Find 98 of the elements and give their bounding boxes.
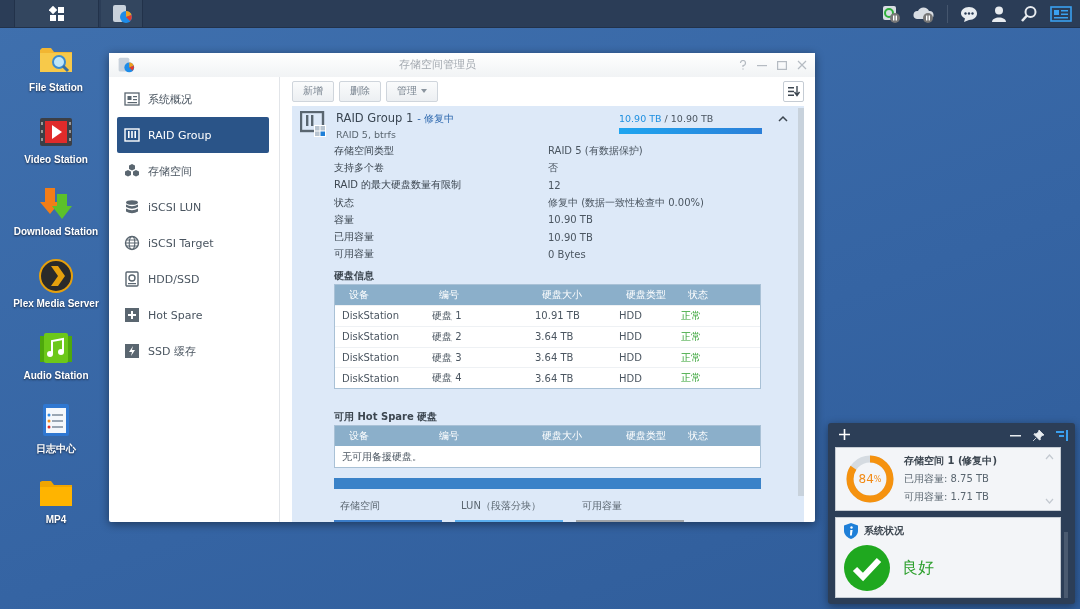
storage-chart-icon [117, 56, 135, 74]
property-value: 否 [548, 160, 558, 175]
storage-chart-icon [110, 2, 133, 25]
legend-tab[interactable]: 可用容量 [576, 497, 684, 522]
property-value: 10.90 TB [548, 214, 593, 226]
status-cell-text: 正常 [680, 350, 702, 365]
section-title: 可用 Hot Spare 硬盘 [334, 410, 439, 424]
toolbar-button[interactable]: 删除 [339, 80, 381, 102]
legend-tab[interactable]: LUN（段落分块） [455, 497, 563, 522]
sort-button[interactable] [783, 80, 804, 102]
table-cell-text: DiskStation [341, 310, 401, 322]
table-cell-text: HDD [618, 352, 643, 364]
section-title: 硬盘信息 [334, 269, 375, 283]
table-cell-text: 3.64 TB [534, 331, 575, 343]
widgets-icon[interactable] [1050, 4, 1072, 23]
plus-box-icon [124, 307, 140, 323]
app-label[interactable]: MP4 [45, 514, 67, 525]
search-icon[interactable] [1020, 4, 1038, 23]
main-menu-button[interactable] [14, 0, 99, 27]
music-note-icon[interactable] [38, 330, 74, 366]
sidebar-item[interactable]: RAID Group [117, 117, 269, 153]
window-title: 存储空间管理员 [397, 58, 477, 72]
scrollbar[interactable] [798, 108, 804, 496]
sidebar-item[interactable]: SSD 缓存 [117, 333, 269, 369]
globe-icon [124, 235, 140, 251]
toolbar-button[interactable]: 新增 [292, 80, 334, 102]
sidebar-item[interactable]: 系统概况 [117, 81, 269, 117]
status-cell-text: 正常 [680, 308, 702, 323]
volume-title: 存储空间 1 (修复中) [904, 454, 998, 468]
sidebar-item[interactable]: HDD/SSD [117, 261, 269, 297]
pin-icon[interactable] [1033, 429, 1044, 441]
property-label: 状态 [334, 195, 355, 210]
chevron-icon[interactable] [778, 115, 788, 122]
disk-array-icon [300, 111, 326, 137]
table-cell-text: 硬盘 3 [431, 350, 463, 365]
table-cell-text: HDD [618, 372, 643, 384]
legend-tab[interactable]: 存储空间 [334, 497, 442, 522]
free-capacity: 可用容量: 1.71 TB [904, 490, 990, 504]
table-cell-text: 3.64 TB [534, 352, 575, 364]
caret-icon [421, 89, 427, 93]
raid-status: - 修复中 [417, 112, 455, 126]
storage-app-button[interactable] [101, 0, 143, 27]
table-cell-text: HDD [618, 310, 643, 322]
property-value: 修复中 (数据一致性检查中 0.00%) [548, 195, 704, 210]
bolt-box-icon [124, 343, 140, 359]
property-label: 支持多个卷 [334, 160, 385, 175]
property-label: 容量 [334, 212, 355, 227]
database-icon [124, 199, 140, 215]
total-capacity: / 10.90 TB [664, 113, 714, 124]
raid-group-name: RAID Group 1 [336, 111, 414, 125]
info-shield-icon [844, 523, 858, 539]
sidebar-item[interactable]: iSCSI Target [117, 225, 269, 261]
app-label[interactable]: Audio Station [23, 370, 89, 381]
property-label: 可用容量 [334, 247, 375, 262]
property-label: 已用容量 [334, 230, 375, 245]
dropdown-button[interactable]: 管理 [386, 80, 438, 102]
card-title: 系统状况 [864, 524, 904, 538]
table-cell-text: 3.64 TB [534, 372, 575, 384]
menu-icon [48, 5, 65, 22]
app-label[interactable]: 日志中心 [36, 442, 76, 456]
property-value: 0 Bytes [548, 248, 586, 260]
table-cell-text: DiskStation [341, 331, 401, 343]
property-value: RAID 5 (有数据保护) [548, 143, 643, 158]
table-cell-text: DiskStation [341, 352, 401, 364]
property-label: 存储空间类型 [334, 143, 395, 158]
table-cell-text: DiskStation [341, 372, 401, 384]
app-label[interactable]: Plex Media Server [13, 298, 99, 309]
usage-percent: 84% [857, 471, 883, 488]
table-cell-text: 10.91 TB [534, 310, 581, 322]
cubes-icon [124, 163, 140, 179]
sidebar-item[interactable]: iSCSI LUN [117, 189, 269, 225]
property-value: 12 [548, 179, 561, 191]
widgets-icon[interactable] [1056, 429, 1068, 441]
status-cell-text: 正常 [680, 371, 702, 386]
chat-icon[interactable] [960, 4, 978, 23]
sort-icon [787, 85, 800, 97]
table-cell-text: 硬盘 1 [431, 308, 463, 323]
app-label[interactable]: File Station [29, 82, 83, 93]
property-label: RAID 的最大硬盘数量有限制 [334, 178, 463, 193]
status-text: 良好 [902, 557, 934, 579]
table-cell-text: HDD [618, 331, 643, 343]
raid-type: RAID 5, btrfs [336, 129, 397, 140]
app-label[interactable]: Download Station [13, 226, 99, 237]
disk-array-icon [124, 127, 140, 143]
sidebar-item[interactable]: 存储空间 [117, 153, 269, 189]
used-capacity: 已用容量: 8.75 TB [904, 472, 990, 486]
status-cell-text: 正常 [680, 329, 702, 344]
app-label[interactable]: Video Station [24, 154, 88, 165]
table-cell-text: 硬盘 2 [431, 329, 463, 344]
used-capacity: 10.90 TB [619, 113, 662, 124]
property-value: 10.90 TB [548, 231, 593, 243]
id-card-icon [124, 91, 140, 107]
sidebar-item[interactable]: Hot Spare [117, 297, 269, 333]
sync-paused-icon[interactable] [881, 3, 901, 24]
chevron-circle-icon[interactable] [38, 258, 74, 294]
empty-message: 无可用备援硬盘。 [341, 449, 423, 464]
table-cell-text: 硬盘 4 [431, 371, 463, 386]
user-icon[interactable] [990, 4, 1008, 23]
